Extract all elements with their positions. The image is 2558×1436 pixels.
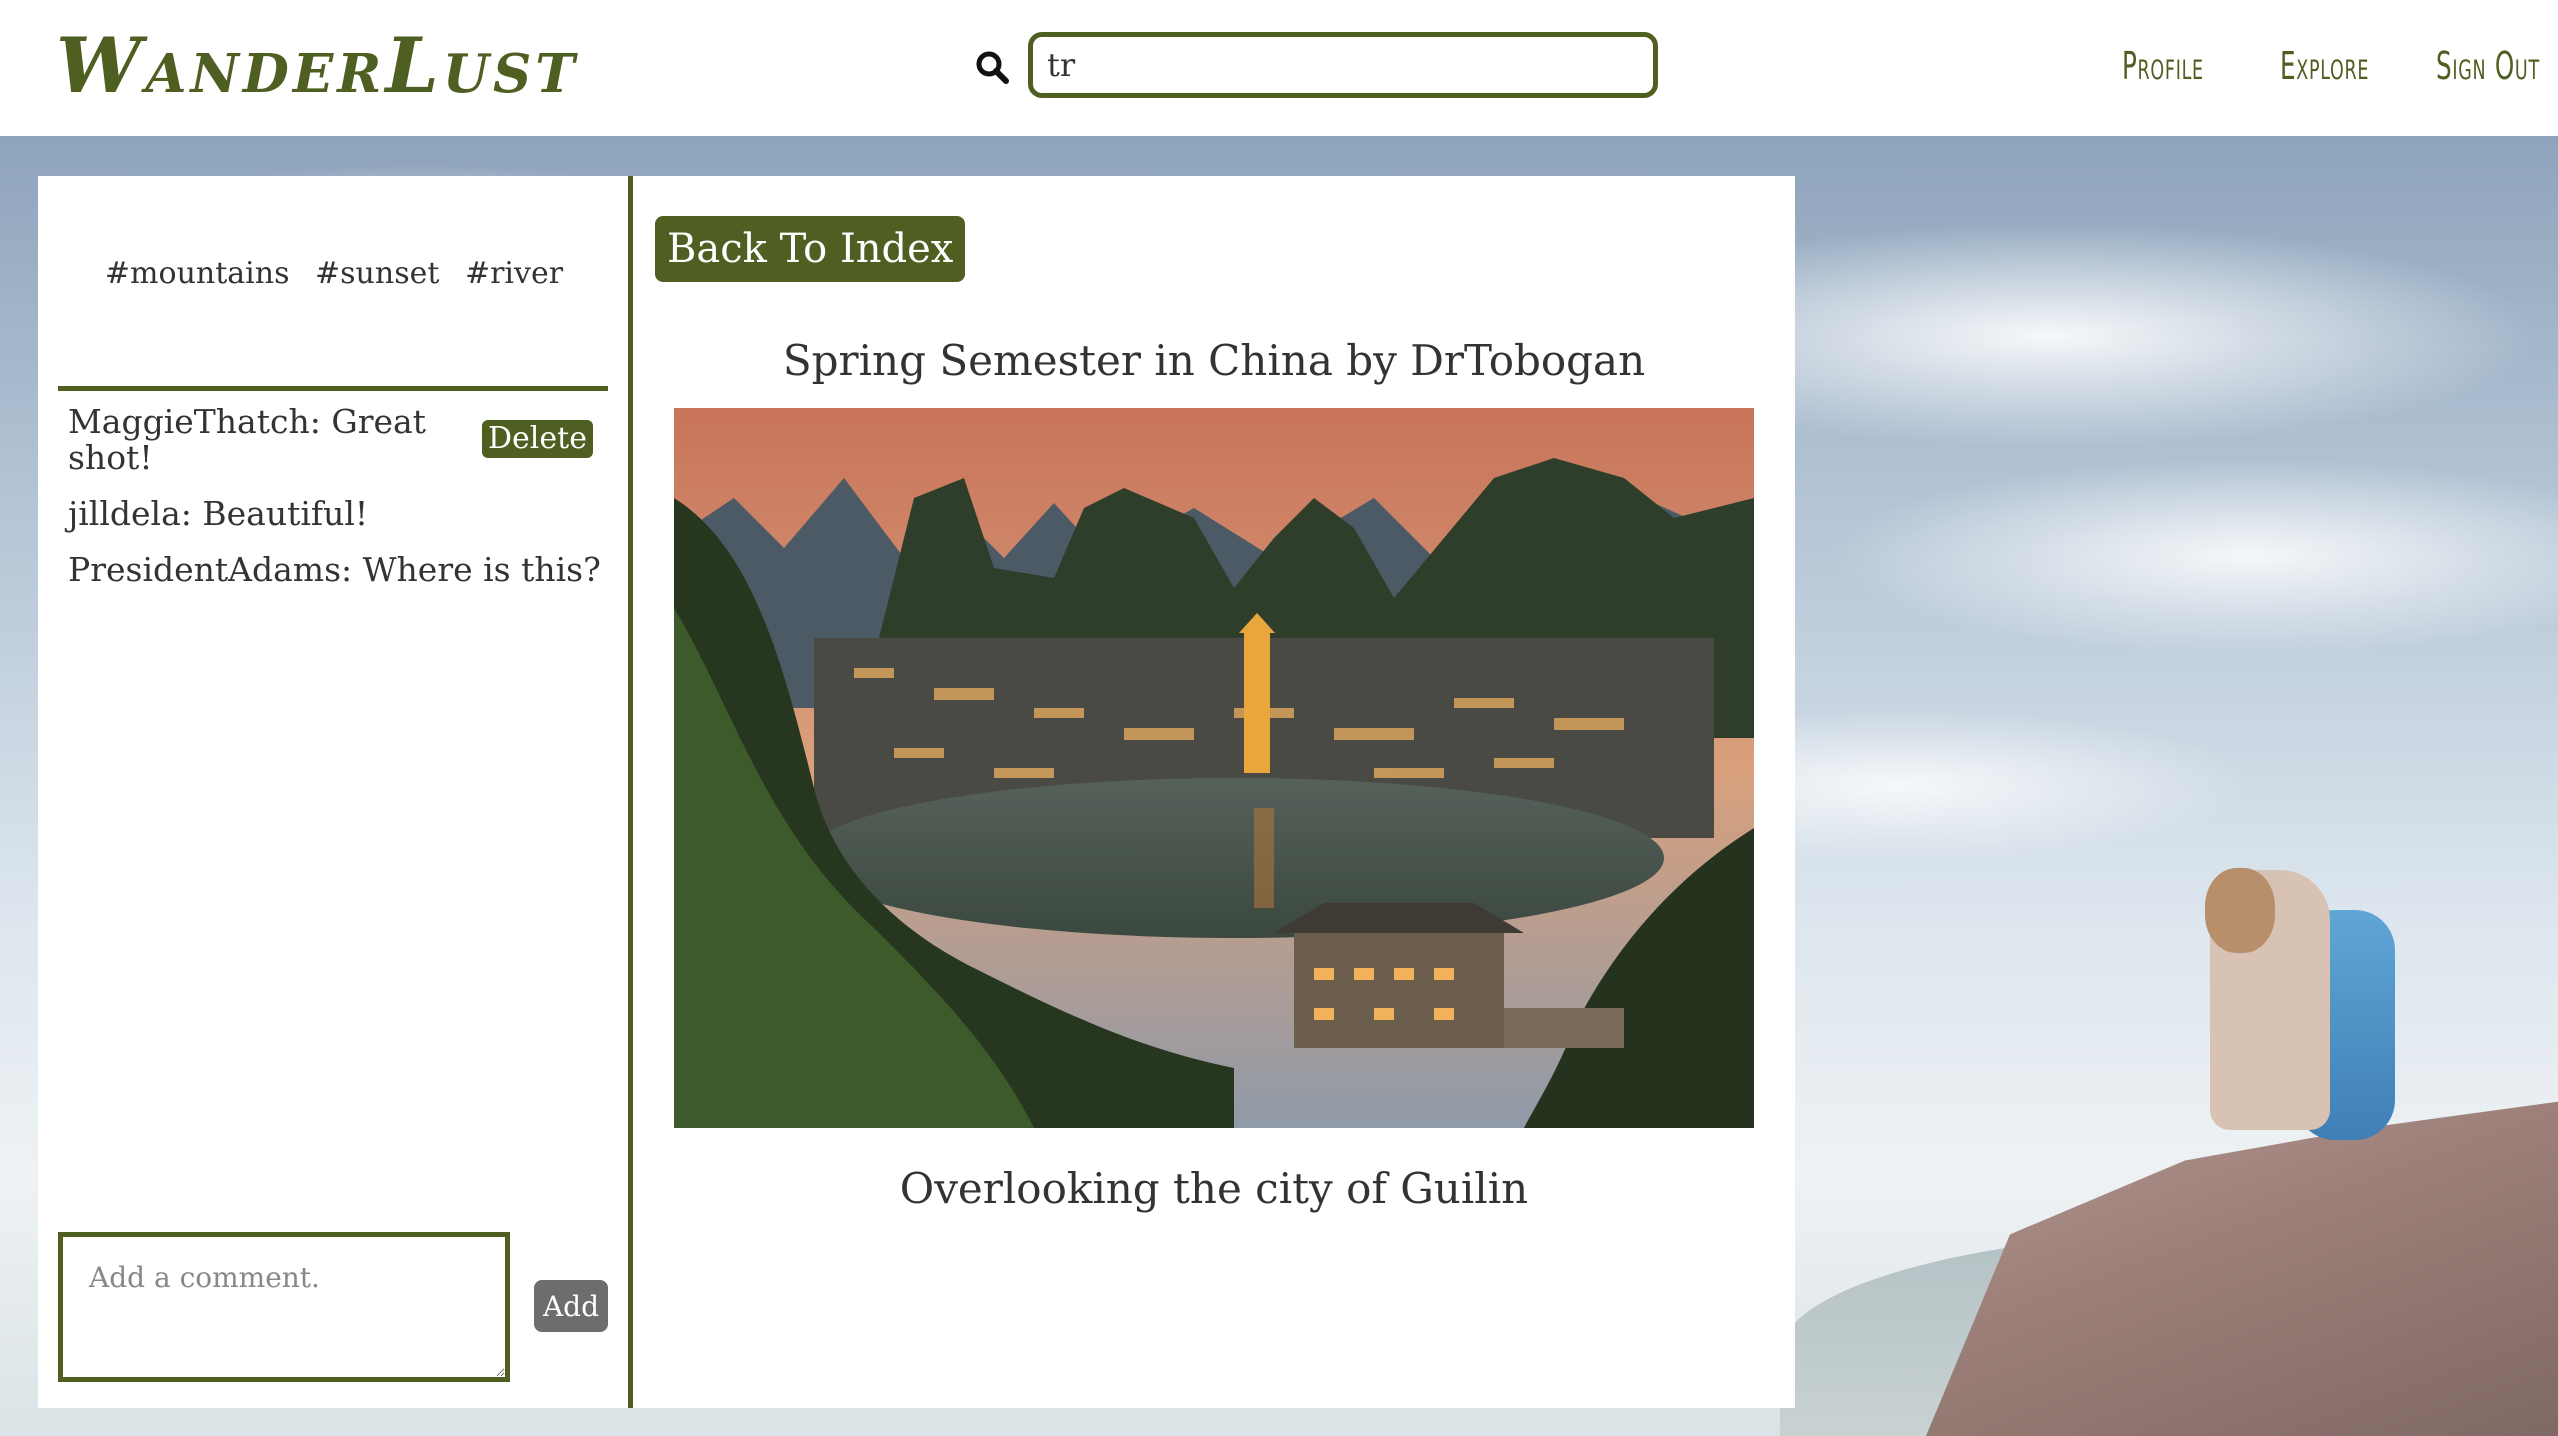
- site-logo[interactable]: WanderLust: [56, 16, 579, 116]
- comments-sidebar: #mountains #sunset #river MaggieThatch: …: [38, 176, 630, 1408]
- nav-explore-link[interactable]: Explore: [2280, 36, 2369, 96]
- top-header: WanderLust Profile Explore Sign Out: [0, 0, 2558, 136]
- nav-profile-link[interactable]: Profile: [2122, 36, 2204, 96]
- tag-list: #mountains #sunset #river: [38, 256, 630, 291]
- tag-river[interactable]: #river: [465, 256, 563, 291]
- comment-input[interactable]: [58, 1232, 510, 1382]
- comments-divider: [58, 386, 608, 391]
- add-comment-button[interactable]: Add: [534, 1280, 608, 1332]
- comment-item: MaggieThatch: Great shot!: [68, 402, 426, 477]
- back-to-index-button[interactable]: Back To Index: [655, 216, 966, 282]
- post-caption: Overlooking the city of Guilin: [899, 1164, 1529, 1213]
- search-icon[interactable]: [975, 50, 1009, 84]
- post-panel: Back To Index Spring Semester in China b…: [633, 176, 1795, 1408]
- tag-mountains[interactable]: #mountains: [105, 256, 290, 291]
- delete-comment-button[interactable]: Delete: [482, 420, 593, 458]
- comment-item: PresidentAdams: Where is this?: [68, 550, 601, 589]
- post-title: Spring Semester in China by DrTobogan: [782, 336, 1646, 385]
- hiker-head: [2205, 868, 2275, 953]
- tag-sunset[interactable]: #sunset: [315, 256, 439, 291]
- search-input[interactable]: [1028, 32, 1658, 98]
- nav-sign-out-link[interactable]: Sign Out: [2436, 36, 2540, 96]
- comment-item: jilldela: Beautiful!: [68, 494, 369, 533]
- post-photo: [674, 408, 1754, 1128]
